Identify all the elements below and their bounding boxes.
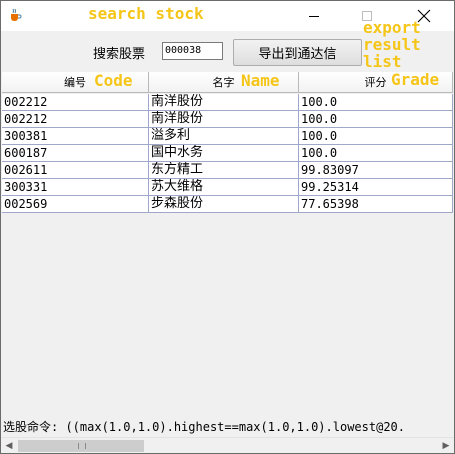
- table-row[interactable]: 002212 南洋股份 100.0: [2, 111, 453, 128]
- cell-name: 南洋股份: [149, 94, 299, 110]
- cell-score: 77.65398: [299, 196, 453, 212]
- scroll-left-arrow-icon[interactable]: ◀: [1, 438, 17, 453]
- cell-score: 100.0: [299, 128, 453, 144]
- app-window: 搜索股票 000038 导出到通达信 编号 名字 评分 002212 南洋股份 …: [0, 0, 455, 454]
- scrollbar-grip-icon: [78, 443, 86, 449]
- cell-code: 300381: [2, 128, 149, 144]
- command-line: 选股命令: ((max(1.0,1.0).highest==max(1.0,1.…: [3, 420, 406, 434]
- cell-code: 600187: [2, 145, 149, 161]
- table-row[interactable]: 300331 苏大维格 99.25314: [2, 179, 453, 196]
- table-row[interactable]: 002611 东方精工 99.83097: [2, 162, 453, 179]
- scroll-right-arrow-icon[interactable]: ▶: [438, 438, 454, 453]
- cell-score: 100.0: [299, 94, 453, 110]
- cell-name: 东方精工: [149, 162, 299, 178]
- cell-code: 002611: [2, 162, 149, 178]
- minimize-icon: [309, 16, 319, 17]
- stock-table: 编号 名字 评分 002212 南洋股份 100.0 002212 南洋股份 1…: [2, 72, 453, 416]
- cell-score: 100.0: [299, 111, 453, 127]
- table-row[interactable]: 002569 步森股份 77.65398: [2, 196, 453, 213]
- export-button[interactable]: 导出到通达信: [233, 39, 362, 66]
- cell-score: 99.83097: [299, 162, 453, 178]
- cell-name: 国中水务: [149, 145, 299, 161]
- java-cup-icon: [8, 8, 22, 22]
- cell-name: 溢多利: [149, 128, 299, 144]
- annotation-grade: Grade: [391, 70, 440, 89]
- annotation-name: Name: [241, 71, 280, 90]
- cell-code: 002569: [2, 196, 149, 212]
- cell-score: 99.25314: [299, 179, 453, 195]
- search-label: 搜索股票: [93, 47, 146, 62]
- table-header: 编号 名字 评分: [2, 72, 453, 94]
- annotation-search: search stock: [88, 4, 204, 23]
- cell-name: 南洋股份: [149, 111, 299, 127]
- cell-name: 步森股份: [149, 196, 299, 212]
- cell-name: 苏大维格: [149, 179, 299, 195]
- cell-code: 002212: [2, 111, 149, 127]
- horizontal-scrollbar[interactable]: ◀ ▶: [1, 437, 454, 453]
- table-row[interactable]: 300381 溢多利 100.0: [2, 128, 453, 145]
- search-input[interactable]: 000038: [162, 42, 223, 60]
- table-body: 002212 南洋股份 100.0 002212 南洋股份 100.0 3003…: [2, 94, 453, 213]
- annotation-code: Code: [94, 71, 133, 90]
- cell-score: 100.0: [299, 145, 453, 161]
- cell-code: 002212: [2, 94, 149, 110]
- annotation-export: export result list: [363, 18, 421, 71]
- table-row[interactable]: 600187 国中水务 100.0: [2, 145, 453, 162]
- minimize-button[interactable]: [291, 1, 337, 31]
- cell-code: 300331: [2, 179, 149, 195]
- table-row[interactable]: 002212 南洋股份 100.0: [2, 94, 453, 111]
